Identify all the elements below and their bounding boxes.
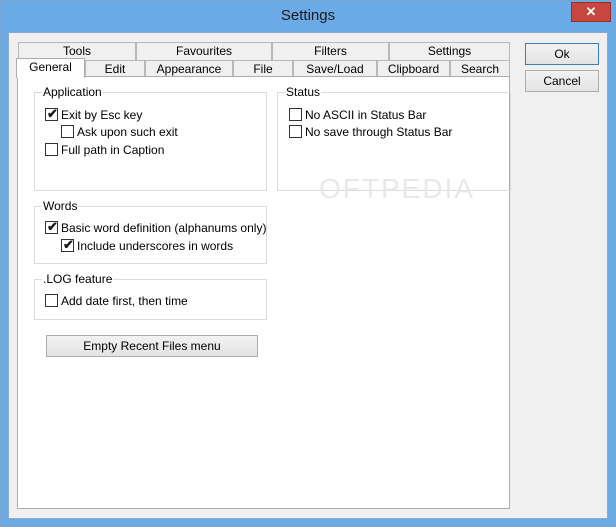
tab-filters[interactable]: Filters xyxy=(272,42,389,60)
settings-window: Settings ✕ Tools Favourites Filters Sett… xyxy=(0,0,616,527)
checkbox-label: Full path in Caption xyxy=(61,142,165,157)
words-group-title: Words xyxy=(42,199,79,213)
checkbox-box[interactable] xyxy=(61,125,74,138)
empty-recent-files-button[interactable]: Empty Recent Files menu xyxy=(46,335,258,357)
window-title: Settings xyxy=(280,7,336,24)
include-underscores-checkbox[interactable]: ✔ Include underscores in words xyxy=(61,237,234,253)
checkbox-box[interactable] xyxy=(45,143,58,156)
close-button[interactable]: ✕ xyxy=(571,2,611,22)
full-path-caption-checkbox[interactable]: Full path in Caption xyxy=(45,142,164,157)
general-tab-panel: OFTPEDIA Application ✔ Exit by Esc key A… xyxy=(17,76,511,509)
tab-favourites[interactable]: Favourites xyxy=(136,42,272,60)
checkbox-label: Ask upon such exit xyxy=(77,124,178,139)
watermark: OFTPEDIA xyxy=(319,173,476,204)
tab-general[interactable]: General xyxy=(16,58,85,78)
checkbox-label: No ASCII in Status Bar xyxy=(305,107,427,122)
checkmark-icon: ✔ xyxy=(47,106,58,121)
add-date-first-checkbox[interactable]: Add date first, then time xyxy=(45,293,188,308)
log-feature-group: .LOG feature Add date first, then time xyxy=(34,272,267,320)
title-bar[interactable]: Settings ✕ xyxy=(1,1,615,32)
checkbox-label: No save through Status Bar xyxy=(305,124,453,139)
checkbox-box[interactable]: ✔ xyxy=(45,219,58,234)
cancel-button[interactable]: Cancel xyxy=(525,70,599,92)
words-group: Words ✔ Basic word definition (alphanums… xyxy=(34,199,267,264)
ok-button[interactable]: Ok xyxy=(525,43,599,65)
log-feature-group-title: .LOG feature xyxy=(42,272,114,286)
checkbox-label: Exit by Esc key xyxy=(61,107,143,122)
checkbox-box[interactable] xyxy=(289,108,302,121)
checkmark-icon: ✔ xyxy=(47,219,58,234)
no-ascii-status-bar-checkbox[interactable]: No ASCII in Status Bar xyxy=(289,107,426,122)
no-save-status-bar-checkbox[interactable]: No save through Status Bar xyxy=(289,124,452,139)
checkbox-box[interactable] xyxy=(289,125,302,138)
ask-upon-exit-checkbox[interactable]: Ask upon such exit xyxy=(61,124,178,139)
application-group-title: Application xyxy=(42,85,103,99)
basic-word-definition-checkbox[interactable]: ✔ Basic word definition (alphanums only) xyxy=(45,219,267,235)
tab-settings[interactable]: Settings xyxy=(389,42,510,60)
checkbox-box[interactable] xyxy=(45,294,58,307)
checkbox-label: Add date first, then time xyxy=(61,293,188,308)
checkbox-label: Include underscores in words xyxy=(77,238,234,253)
checkmark-icon: ✔ xyxy=(63,237,74,252)
checkbox-box[interactable]: ✔ xyxy=(45,106,58,121)
checkbox-box[interactable]: ✔ xyxy=(61,237,74,252)
checkbox-label: Basic word definition (alphanums only) xyxy=(61,220,267,235)
dialog-client-area: Tools Favourites Filters Settings Genera… xyxy=(8,32,608,519)
status-group-title: Status xyxy=(285,85,322,99)
application-group: Application ✔ Exit by Esc key Ask upon s… xyxy=(34,85,267,191)
exit-by-esc-checkbox[interactable]: ✔ Exit by Esc key xyxy=(45,106,143,122)
